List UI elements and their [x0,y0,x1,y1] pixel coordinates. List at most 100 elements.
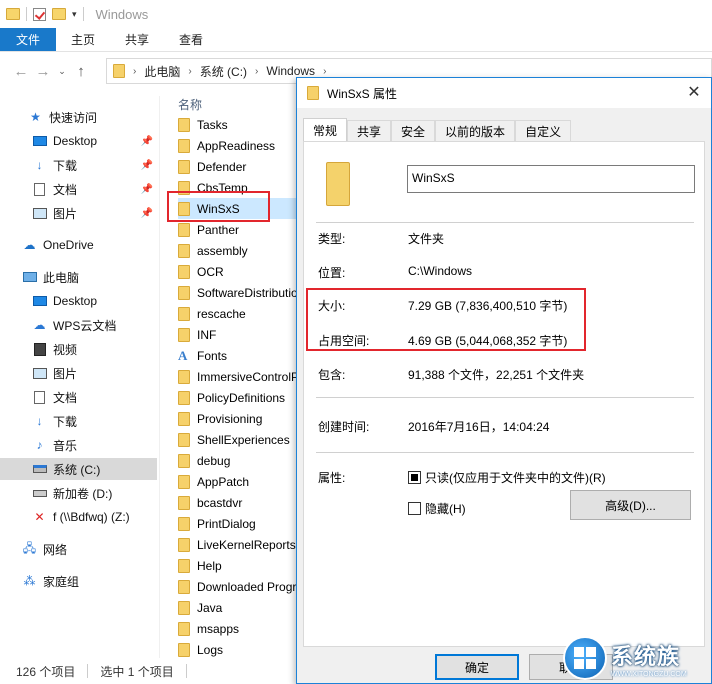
file-list-item[interactable]: Defender [178,156,298,177]
file-name: Defender [197,159,247,174]
tab-customize[interactable]: 自定义 [515,120,572,142]
sidebar-item-label: OneDrive [43,238,94,252]
file-list-item[interactable]: Java [178,597,298,618]
folder-icon [178,432,190,447]
file-name: bcastdvr [197,495,243,510]
sidebar-item-wps-cloud[interactable]: ☁ WPS云文档 [0,314,157,336]
pin-icon[interactable]: 📌 [141,136,153,147]
document-icon [32,390,47,404]
file-list-item[interactable]: PolicyDefinitions [178,387,298,408]
file-name: Fonts [197,348,228,363]
folder-icon [178,390,190,405]
pin-icon[interactable]: 📌 [141,160,153,171]
file-list-item[interactable]: SoftwareDistribution [178,282,298,303]
file-list-item[interactable]: Provisioning [178,408,298,429]
file-list-item[interactable]: INF [178,324,298,345]
chevron-right-icon[interactable]: › [188,66,191,77]
column-header-name[interactable]: 名称 [178,96,202,113]
ribbon-tabs: 文件 主页 共享 查看 [0,28,712,52]
file-list-item[interactable]: PrintDialog [178,513,298,534]
sidebar-item-homegroup[interactable]: ⁂ 家庭组 [0,570,157,592]
file-list-item[interactable]: debug [178,450,298,471]
advanced-button[interactable]: 高级(D)... [570,490,691,520]
recent-locations-chevron-icon[interactable]: ⌄ [54,66,70,77]
file-name: ShellExperiences [197,432,290,447]
sidebar-item-pictures[interactable]: 图片 📌 [0,202,157,224]
sidebar-item-downloads-pc[interactable]: ↓ 下载 [0,410,157,432]
tab-share[interactable]: 共享 [110,28,164,51]
folder-name-field[interactable]: WinSxS [407,165,695,193]
forward-arrow-icon[interactable]: → [32,63,54,80]
properties-check-icon[interactable] [33,7,46,21]
file-list-item[interactable]: LiveKernelReports [178,534,298,555]
close-icon[interactable]: ✕ [685,82,703,102]
tab-sharing[interactable]: 共享 [347,120,392,142]
hidden-checkbox[interactable]: 隐藏(H) [408,500,466,517]
quick-access-folder-icon[interactable] [6,8,20,20]
sidebar-item-network-drive-z[interactable]: ✕ f (\\Bdfwq) (Z:) [0,506,157,528]
breadcrumb-system-c[interactable]: 系统 (C:) [200,63,247,80]
picture-icon [32,366,47,380]
up-arrow-icon[interactable]: ↑ [70,63,92,80]
tab-general[interactable]: 常规 [303,118,348,142]
location-label: 位置: [318,266,346,280]
sidebar-item-label: Desktop [53,134,98,148]
tab-file[interactable]: 文件 [0,28,57,51]
ok-button[interactable]: 确定 [435,654,519,680]
sidebar-item-videos[interactable]: 视频 [0,338,157,360]
sidebar-item-desktop-pc[interactable]: Desktop [0,290,157,312]
sidebar-item-new-volume-d[interactable]: 新加卷 (D:) [0,482,157,504]
sidebar-item-label: 家庭组 [43,574,80,589]
sidebar-item-onedrive[interactable]: ☁ OneDrive [0,234,157,256]
file-name: Java [197,600,223,615]
highlight-box [306,288,586,351]
file-list-item[interactable]: ImmersiveControlPanel [178,366,298,387]
sidebar-item-downloads[interactable]: ↓ 下载 📌 [0,154,157,176]
sidebar-item-system-c[interactable]: 系统 (C:) [0,458,157,480]
file-list-item[interactable]: AppReadiness [178,135,298,156]
file-list-item[interactable]: Downloaded Program Files [178,576,298,597]
file-list-item[interactable]: bcastdvr [178,492,298,513]
breadcrumb-windows[interactable]: Windows [266,64,315,78]
chevron-right-icon[interactable]: › [133,66,136,77]
file-list-item[interactable]: Tasks [178,114,298,135]
tab-security[interactable]: 安全 [391,120,436,142]
chevron-right-icon[interactable]: › [255,66,258,77]
sidebar-item-network[interactable]: 🖧 网络 [0,538,157,560]
new-folder-icon[interactable] [52,8,66,20]
tab-home[interactable]: 主页 [56,28,110,51]
sidebar-item-quick-access[interactable]: ★ 快速访问 [0,106,157,128]
sidebar-item-pictures-pc[interactable]: 图片 [0,362,157,384]
checkbox-indeterminate[interactable] [408,471,421,484]
customize-toolbar-icon[interactable]: ▾ [72,9,77,20]
file-list-item[interactable]: A Fonts [178,345,298,366]
chevron-right-icon[interactable]: › [323,66,326,77]
sidebar-item-music[interactable]: ♪ 音乐 [0,434,157,456]
file-list-item[interactable]: assembly [178,240,298,261]
file-list-item[interactable]: OCR [178,261,298,282]
attributes-label: 属性: [318,471,346,485]
file-name: msapps [197,621,240,636]
file-list-item[interactable]: ShellExperiences [178,429,298,450]
contains-value: 91,388 个文件，22,251 个文件夹 [408,368,585,382]
file-list-item[interactable]: rescache [178,303,298,324]
pin-icon[interactable]: 📌 [141,208,153,219]
file-list-item[interactable]: Help [178,555,298,576]
file-list-item[interactable]: msapps [178,618,298,639]
readonly-checkbox[interactable]: 只读(仅应用于文件夹中的文件)(R) [408,469,606,486]
sidebar-item-desktop[interactable]: Desktop 📌 [0,130,157,152]
sidebar-item-documents[interactable]: 文档 📌 [0,178,157,200]
sidebar-item-label: 下载 [53,414,78,429]
tab-previous-versions[interactable]: 以前的版本 [435,120,516,142]
sidebar-item-this-pc[interactable]: 此电脑 [0,266,157,288]
file-list-item[interactable]: Logs [178,639,298,658]
tab-view[interactable]: 查看 [164,28,218,51]
checkbox-unchecked[interactable] [408,502,421,515]
breadcrumb-this-pc[interactable]: 此电脑 [144,63,180,80]
folder-large-icon [326,162,350,206]
file-list-item[interactable]: AppPatch [178,471,298,492]
pin-icon[interactable]: 📌 [141,184,153,195]
file-list-item[interactable]: Panther [178,219,298,240]
sidebar-item-documents-pc[interactable]: 文档 [0,386,157,408]
back-arrow-icon[interactable]: ← [10,63,32,80]
